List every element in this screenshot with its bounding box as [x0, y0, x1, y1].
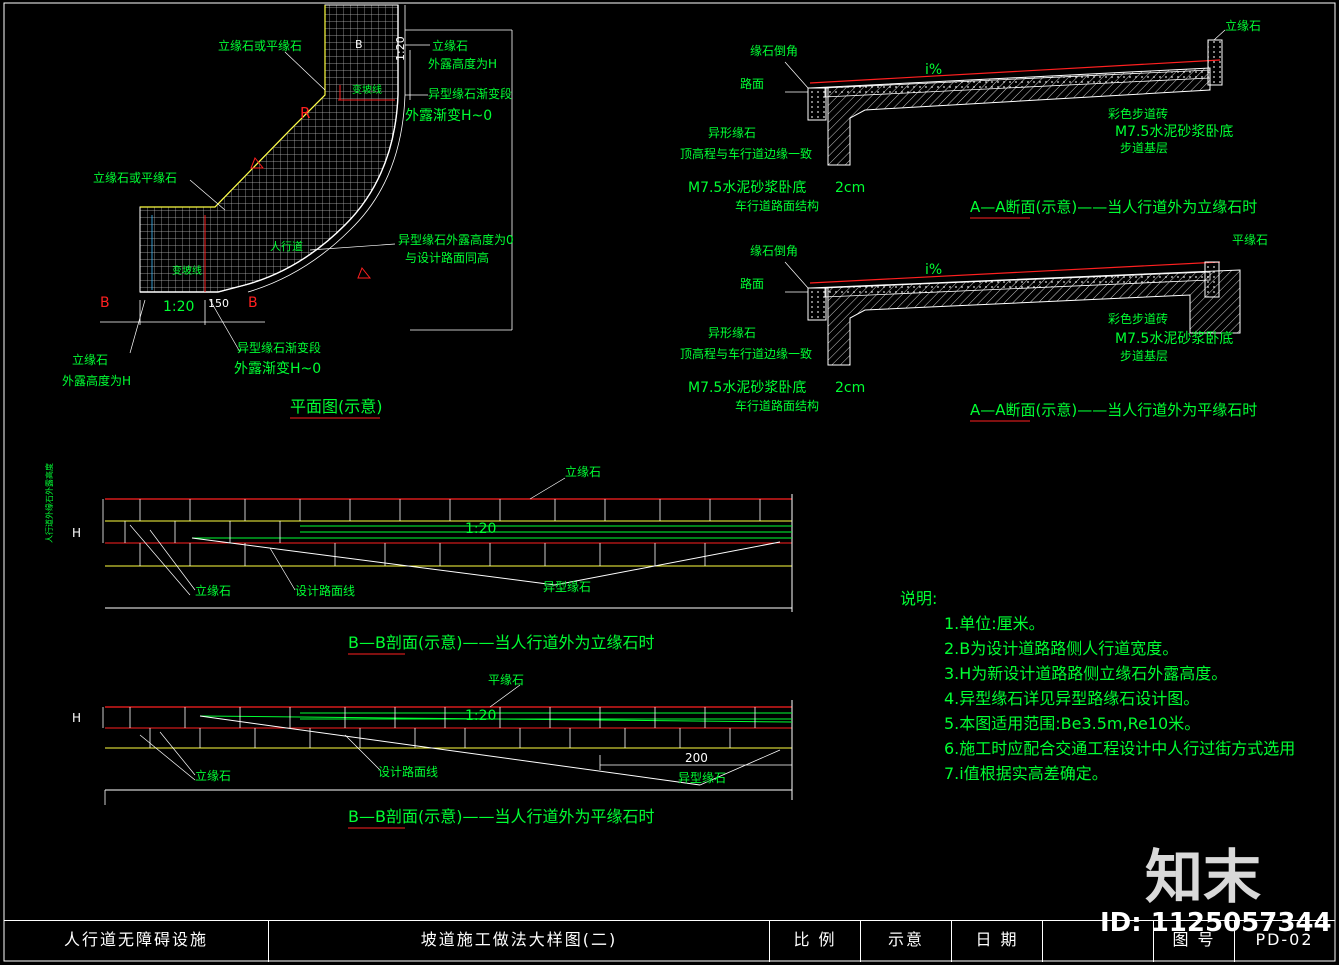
plan-label-exposed-h: 外露高度为H	[428, 56, 497, 71]
plan-label-curb-bottom: 立缘石	[72, 352, 108, 367]
plan-label-b-top: B	[355, 38, 363, 51]
plan-label-sidewalk: 人行道	[270, 239, 303, 253]
plan-view: 立缘石或平缘石 立缘石 外露高度为H 异型缘石渐变段 外露渐变H~0 变坡线 R…	[62, 4, 514, 419]
bb2-caption: B—B剖面(示意)——当人行道外为平缘石时	[348, 807, 654, 826]
bb2-special-curb: 异型缘石	[678, 771, 726, 785]
aa2-mortar-thick: 2cm	[835, 380, 865, 396]
cad-drawing: 立缘石或平缘石 立缘石 外露高度为H 异型缘石渐变段 外露渐变H~0 变坡线 R…	[3, 2, 1336, 962]
plan-label-r: R	[300, 104, 310, 122]
plan-label-slope-top: 变坡线	[352, 83, 382, 96]
note-item: 7.i值根据实高差确定。	[944, 764, 1108, 783]
note-item: 3.H为新设计道路路侧立缘石外露高度。	[944, 664, 1228, 683]
aa1-color-brick: 彩色步道砖	[1108, 106, 1168, 121]
plan-label-b-right: B	[248, 295, 258, 311]
aa1-mortar-right: M7.5水泥砂浆卧底	[1115, 124, 1233, 140]
bb2-design-line: 设计路面线	[378, 764, 438, 779]
aa1-base: 步道基层	[1120, 141, 1168, 155]
bb2-dim-200: 200	[685, 751, 708, 765]
aa1-curb-right: 立缘石	[1225, 18, 1261, 33]
note-item: 2.B为设计道路路侧人行道宽度。	[944, 639, 1179, 658]
aa2-road-structure: 车行道路面结构	[735, 398, 819, 413]
section-bb-2: 平缘石 H 1:20 立缘石 设计路面线 200 异型缘石 B—B剖面(示意)—…	[72, 673, 793, 829]
bb1-h: H	[72, 526, 81, 540]
plan-label-ratio: 1:20	[163, 299, 194, 315]
tb-scale-label: 比 例	[770, 921, 861, 962]
notes-block: 说明: 1.单位:厘米。 2.B为设计道路路侧人行道宽度。 3.H为新设计道路路…	[900, 586, 1295, 786]
aa2-top-level: 顶高程与车行道边缘一致	[680, 346, 812, 361]
plan-label-transition: 异型缘石渐变段	[428, 86, 512, 101]
aa2-base: 步道基层	[1120, 349, 1168, 363]
aa2-color-brick: 彩色步道砖	[1108, 311, 1168, 326]
plan-label-slope-bottom: 变坡线	[172, 264, 202, 277]
watermark-logo: 知末	[1145, 843, 1262, 911]
bb2-h: H	[72, 711, 81, 725]
plan-label-taper-bottom: 外露渐变H~0	[234, 361, 321, 377]
bb1-ratio: 1:20	[465, 521, 496, 537]
note-item: 5.本图适用范围:Be3.5m,Re10米。	[944, 714, 1201, 733]
aa1-special-curb: 异形缘石	[708, 126, 756, 140]
plan-label-exposed-bottom: 外露高度为H	[62, 373, 131, 388]
bb2-curb: 立缘石	[195, 768, 231, 783]
aa1-mortar-thick: 2cm	[835, 180, 865, 196]
aa1-mortar: M7.5水泥砂浆卧底	[688, 180, 806, 196]
bb1-curb: 立缘石	[195, 583, 231, 598]
plan-label-taper: 外露渐变H~0	[405, 108, 492, 124]
bb2-flat-top: 平缘石	[488, 673, 524, 687]
bb1-caption: B—B剖面(示意)——当人行道外为立缘石时	[348, 633, 654, 652]
tb-date-label: 日 期	[952, 921, 1043, 962]
watermark-id: ID: 1125057344	[1100, 908, 1332, 938]
aa1-caption: A—A断面(示意)——当人行道外为立缘石时	[970, 198, 1257, 216]
aa2-special-curb: 异形缘石	[708, 326, 756, 340]
bb2-ratio: 1:20	[465, 708, 496, 724]
aa2-slope: i%	[925, 262, 942, 278]
plan-label-curb-mid: 立缘石或平缘石	[93, 170, 177, 185]
aa2-mortar: M7.5水泥砂浆卧底	[688, 380, 806, 396]
plan-label-b-left: B	[100, 295, 110, 311]
section-bb-1: 立缘石 人行道外缘石外露高度 H 1:20 立缘石 设计路面线 异型缘石 B—B…	[44, 463, 793, 655]
tb-scale-value: 示意	[861, 921, 952, 962]
section-aa-1: 缘石倒角 路面 异形缘石 顶高程与车行道边缘一致 M7.5水泥砂浆卧底 2cm …	[680, 18, 1261, 219]
aa2-curb-right: 平缘石	[1232, 233, 1268, 247]
aa1-road-structure: 车行道路面结构	[735, 198, 819, 213]
aa2-curb-chamfer: 缘石倒角	[750, 244, 798, 258]
aa1-slope: i%	[925, 62, 942, 78]
bb1-design-line: 设计路面线	[295, 583, 355, 598]
aa1-top-level: 顶高程与车行道边缘一致	[680, 146, 812, 161]
aa2-road: 路面	[740, 276, 764, 291]
plan-label-zero-2: 与设计路面同高	[405, 250, 489, 265]
plan-label-dim-v: 1:20	[394, 36, 407, 61]
bb1-vertical: 人行道外缘石外露高度	[44, 463, 54, 543]
section-aa-2: 缘石倒角 路面 异形缘石 顶高程与车行道边缘一致 M7.5水泥砂浆卧底 2cm …	[680, 233, 1268, 422]
note-item: 4.异型缘石详见异型路缘石设计图。	[944, 689, 1200, 708]
aa1-road: 路面	[740, 76, 764, 91]
plan-label-curb-top-right: 立缘石	[432, 38, 468, 53]
plan-title: 平面图(示意)	[290, 397, 383, 416]
aa2-caption: A—A断面(示意)——当人行道外为平缘石时	[970, 401, 1257, 419]
bb1-curb-top: 立缘石	[565, 464, 601, 479]
aa2-mortar-right: M7.5水泥砂浆卧底	[1115, 331, 1233, 347]
plan-label-dim-150: 150	[208, 297, 229, 310]
plan-label-trans-bottom: 异型缘石渐变段	[237, 340, 321, 355]
plan-label-curb-top-left: 立缘石或平缘石	[218, 38, 302, 53]
bb1-special-curb: 异型缘石	[543, 580, 591, 594]
plan-label-zero-1: 异型缘石外露高度为0	[398, 232, 514, 247]
tb-drawing-name: 坡道施工做法大样图(二)	[269, 921, 770, 962]
notes-title: 说明:	[900, 589, 938, 608]
note-item: 1.单位:厘米。	[944, 614, 1045, 633]
note-item: 6.施工时应配合交通工程设计中人行过街方式选用	[944, 739, 1296, 758]
aa1-curb-chamfer: 缘石倒角	[750, 44, 798, 58]
tb-project: 人行道无障碍设施	[4, 921, 269, 962]
